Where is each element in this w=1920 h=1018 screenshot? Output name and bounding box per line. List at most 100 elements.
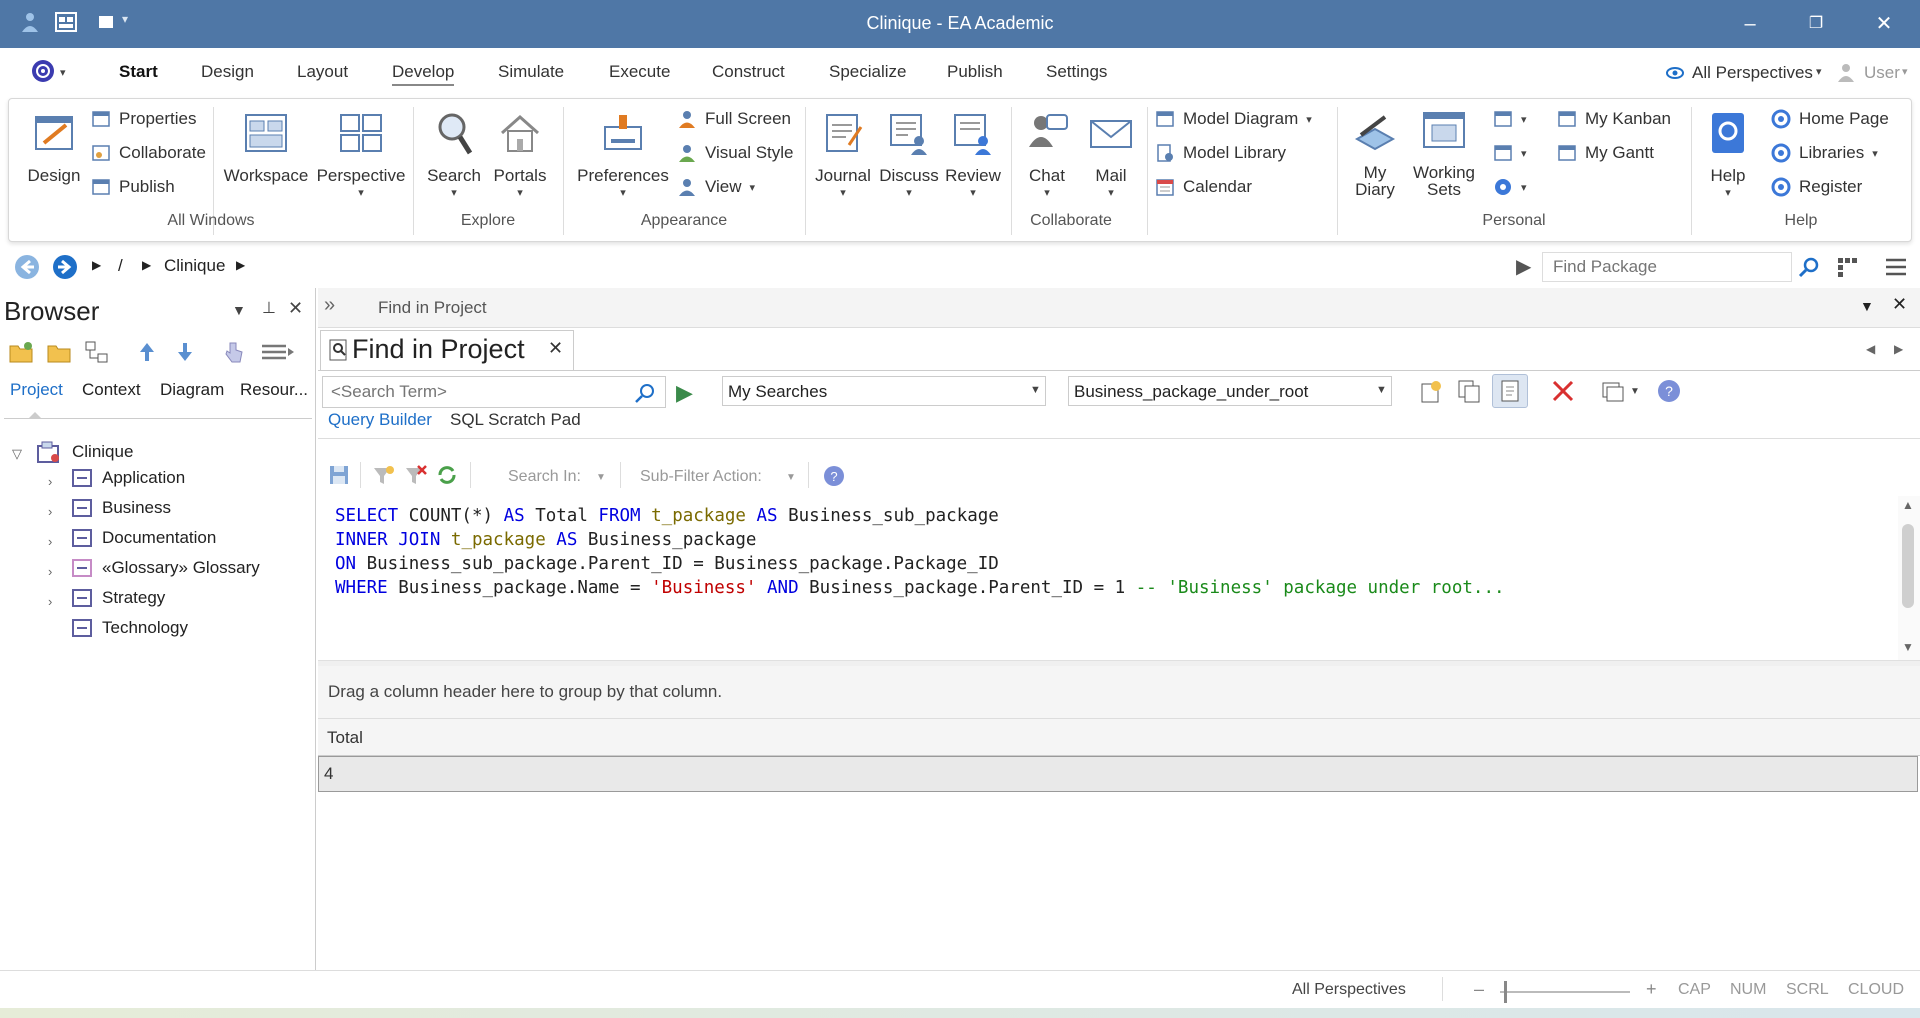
scroll-down-icon[interactable]: ▼: [1902, 640, 1914, 654]
visual-style-button[interactable]: Visual Style: [677, 143, 794, 163]
tree-item-strategy[interactable]: Strategy: [72, 588, 165, 608]
libraries-button[interactable]: Libraries ▾: [1771, 143, 1878, 163]
properties-button[interactable]: Properties: [91, 109, 196, 129]
tree-item-documentation[interactable]: Documentation: [72, 528, 216, 548]
subfilter-dropdown-icon[interactable]: ▼: [786, 472, 796, 483]
journal-button[interactable]: Journal ▾: [809, 109, 877, 199]
subtab-query-builder[interactable]: Query Builder: [328, 410, 432, 430]
subfilter-label[interactable]: Sub-Filter Action:: [640, 468, 762, 486]
editor-scroll-thumb[interactable]: [1902, 524, 1914, 608]
hand-pointer-icon[interactable]: [222, 340, 244, 364]
tab-layout[interactable]: Layout: [297, 62, 348, 82]
tree-collapse-icon[interactable]: ▽: [12, 446, 22, 462]
browser-options-icon[interactable]: ▼: [232, 302, 246, 318]
window-layout-2-button[interactable]: ▾: [1493, 143, 1527, 163]
perspective-dropdown-icon[interactable]: ▾: [1816, 65, 1822, 78]
tab-close-icon[interactable]: ✕: [548, 338, 563, 359]
working-sets-button[interactable]: Working Sets: [1409, 109, 1479, 198]
browser-menu-icon[interactable]: [260, 342, 300, 362]
integration-button[interactable]: ▾: [1493, 177, 1527, 197]
review-button[interactable]: Review ▾: [939, 109, 1007, 199]
breadcrumb-root[interactable]: /: [118, 256, 123, 276]
browser-close-icon[interactable]: ✕: [288, 298, 303, 319]
view-button[interactable]: View ▾: [677, 177, 755, 197]
find-package-input[interactable]: [1542, 252, 1792, 282]
copy-search-icon[interactable]: [1456, 378, 1482, 404]
register-button[interactable]: Register: [1771, 177, 1862, 197]
perspective-selector[interactable]: All Perspectives: [1692, 63, 1813, 83]
delete-search-icon[interactable]: [1550, 378, 1576, 404]
save-icon[interactable]: [328, 464, 350, 486]
folder-icon[interactable]: [46, 340, 72, 364]
calendar-button[interactable]: Calendar: [1155, 177, 1252, 197]
search-in-label[interactable]: Search In:: [508, 468, 581, 486]
pane-close-icon[interactable]: ✕: [1892, 294, 1907, 315]
tree-expand-icon[interactable]: ›: [48, 474, 52, 489]
home-page-button[interactable]: Home Page: [1771, 109, 1889, 129]
browser-tab-resources[interactable]: Resour...: [240, 380, 308, 400]
breadcrumb-clinique[interactable]: Clinique: [164, 256, 225, 276]
grid-view-icon[interactable]: [1836, 256, 1860, 278]
tab-settings[interactable]: Settings: [1046, 62, 1107, 82]
tree-item-application[interactable]: Application: [72, 468, 185, 488]
pin-icon[interactable]: ⊥: [262, 298, 276, 318]
zoom-in-button[interactable]: +: [1646, 979, 1657, 1000]
workspace-button[interactable]: Workspace: [223, 109, 309, 186]
tab-simulate[interactable]: Simulate: [498, 62, 564, 82]
restore-button[interactable]: ❐: [1796, 8, 1836, 40]
breadcrumb-separator-icon[interactable]: ▶: [142, 258, 151, 272]
tab-specialize[interactable]: Specialize: [829, 62, 907, 82]
browser-tab-diagram[interactable]: Diagram: [160, 380, 224, 400]
portals-button[interactable]: Portals ▾: [489, 109, 551, 199]
sql-editor[interactable]: SELECT COUNT(*) AS Total FROM t_package …: [318, 496, 1898, 660]
tree-root-clinique[interactable]: Clinique: [36, 440, 133, 464]
add-filter-icon[interactable]: [372, 464, 396, 486]
tab-scroll-right-icon[interactable]: ▶: [1894, 342, 1903, 356]
tab-construct[interactable]: Construct: [712, 62, 785, 82]
tab-start[interactable]: Start: [119, 62, 158, 82]
manage-searches-icon[interactable]: [1600, 378, 1626, 404]
preferences-button[interactable]: Preferences ▾: [571, 109, 675, 199]
breadcrumb-next-icon[interactable]: ▶: [236, 258, 245, 272]
browser-tab-project[interactable]: Project: [10, 380, 63, 400]
refresh-icon[interactable]: [436, 464, 458, 486]
tree-item-business[interactable]: Business: [72, 498, 171, 518]
remove-filter-icon[interactable]: [404, 464, 428, 486]
publish-button[interactable]: Publish: [91, 177, 175, 197]
search-in-dropdown-icon[interactable]: ▼: [596, 472, 606, 483]
pane-options-icon[interactable]: ▼: [1860, 298, 1874, 314]
my-gantt-button[interactable]: My Gantt: [1557, 143, 1654, 163]
expand-panel-icon[interactable]: »: [324, 294, 335, 317]
forward-arrow-icon[interactable]: [52, 254, 78, 280]
app-menu-dropdown-icon[interactable]: ▾: [60, 66, 66, 79]
tree-expand-icon[interactable]: ›: [48, 534, 52, 549]
design-button[interactable]: Design: [21, 109, 87, 186]
tree-expand-icon[interactable]: ›: [48, 594, 52, 609]
app-menu-icon[interactable]: [30, 58, 56, 84]
mail-button[interactable]: Mail ▾: [1081, 109, 1141, 199]
help-circle-icon[interactable]: ?: [1656, 378, 1682, 404]
collaborate-button[interactable]: Collaborate: [91, 143, 206, 163]
move-down-icon[interactable]: [174, 340, 196, 364]
full-screen-button[interactable]: Full Screen: [677, 109, 791, 129]
tree-expand-icon[interactable]: ›: [48, 504, 52, 519]
model-diagram-button[interactable]: Model Diagram ▾: [1155, 109, 1312, 129]
search-group-dropdown-icon[interactable]: ▼: [1030, 384, 1041, 396]
discuss-button[interactable]: Discuss ▾: [875, 109, 943, 199]
zoom-slider-thumb[interactable]: [1504, 981, 1507, 1003]
my-diary-button[interactable]: My Diary: [1343, 109, 1407, 198]
help-button[interactable]: Help ▾: [1697, 109, 1759, 199]
breadcrumb-expand-icon[interactable]: ▶: [92, 258, 101, 272]
hamburger-menu-icon[interactable]: [1884, 256, 1908, 278]
tab-scroll-left-icon[interactable]: ◀: [1866, 342, 1875, 356]
table-row[interactable]: [318, 756, 1918, 792]
tree-item-technology[interactable]: Technology: [72, 618, 188, 638]
scroll-up-icon[interactable]: ▲: [1902, 498, 1914, 512]
zoom-out-button[interactable]: –: [1474, 979, 1484, 1000]
go-icon[interactable]: ▶: [1516, 254, 1531, 279]
user-dropdown-icon[interactable]: ▾: [1902, 65, 1908, 78]
user-menu[interactable]: User: [1864, 63, 1900, 83]
new-package-icon[interactable]: [8, 340, 34, 364]
my-kanban-button[interactable]: My Kanban: [1557, 109, 1671, 129]
subtab-sql-scratch-pad[interactable]: SQL Scratch Pad: [450, 410, 581, 430]
